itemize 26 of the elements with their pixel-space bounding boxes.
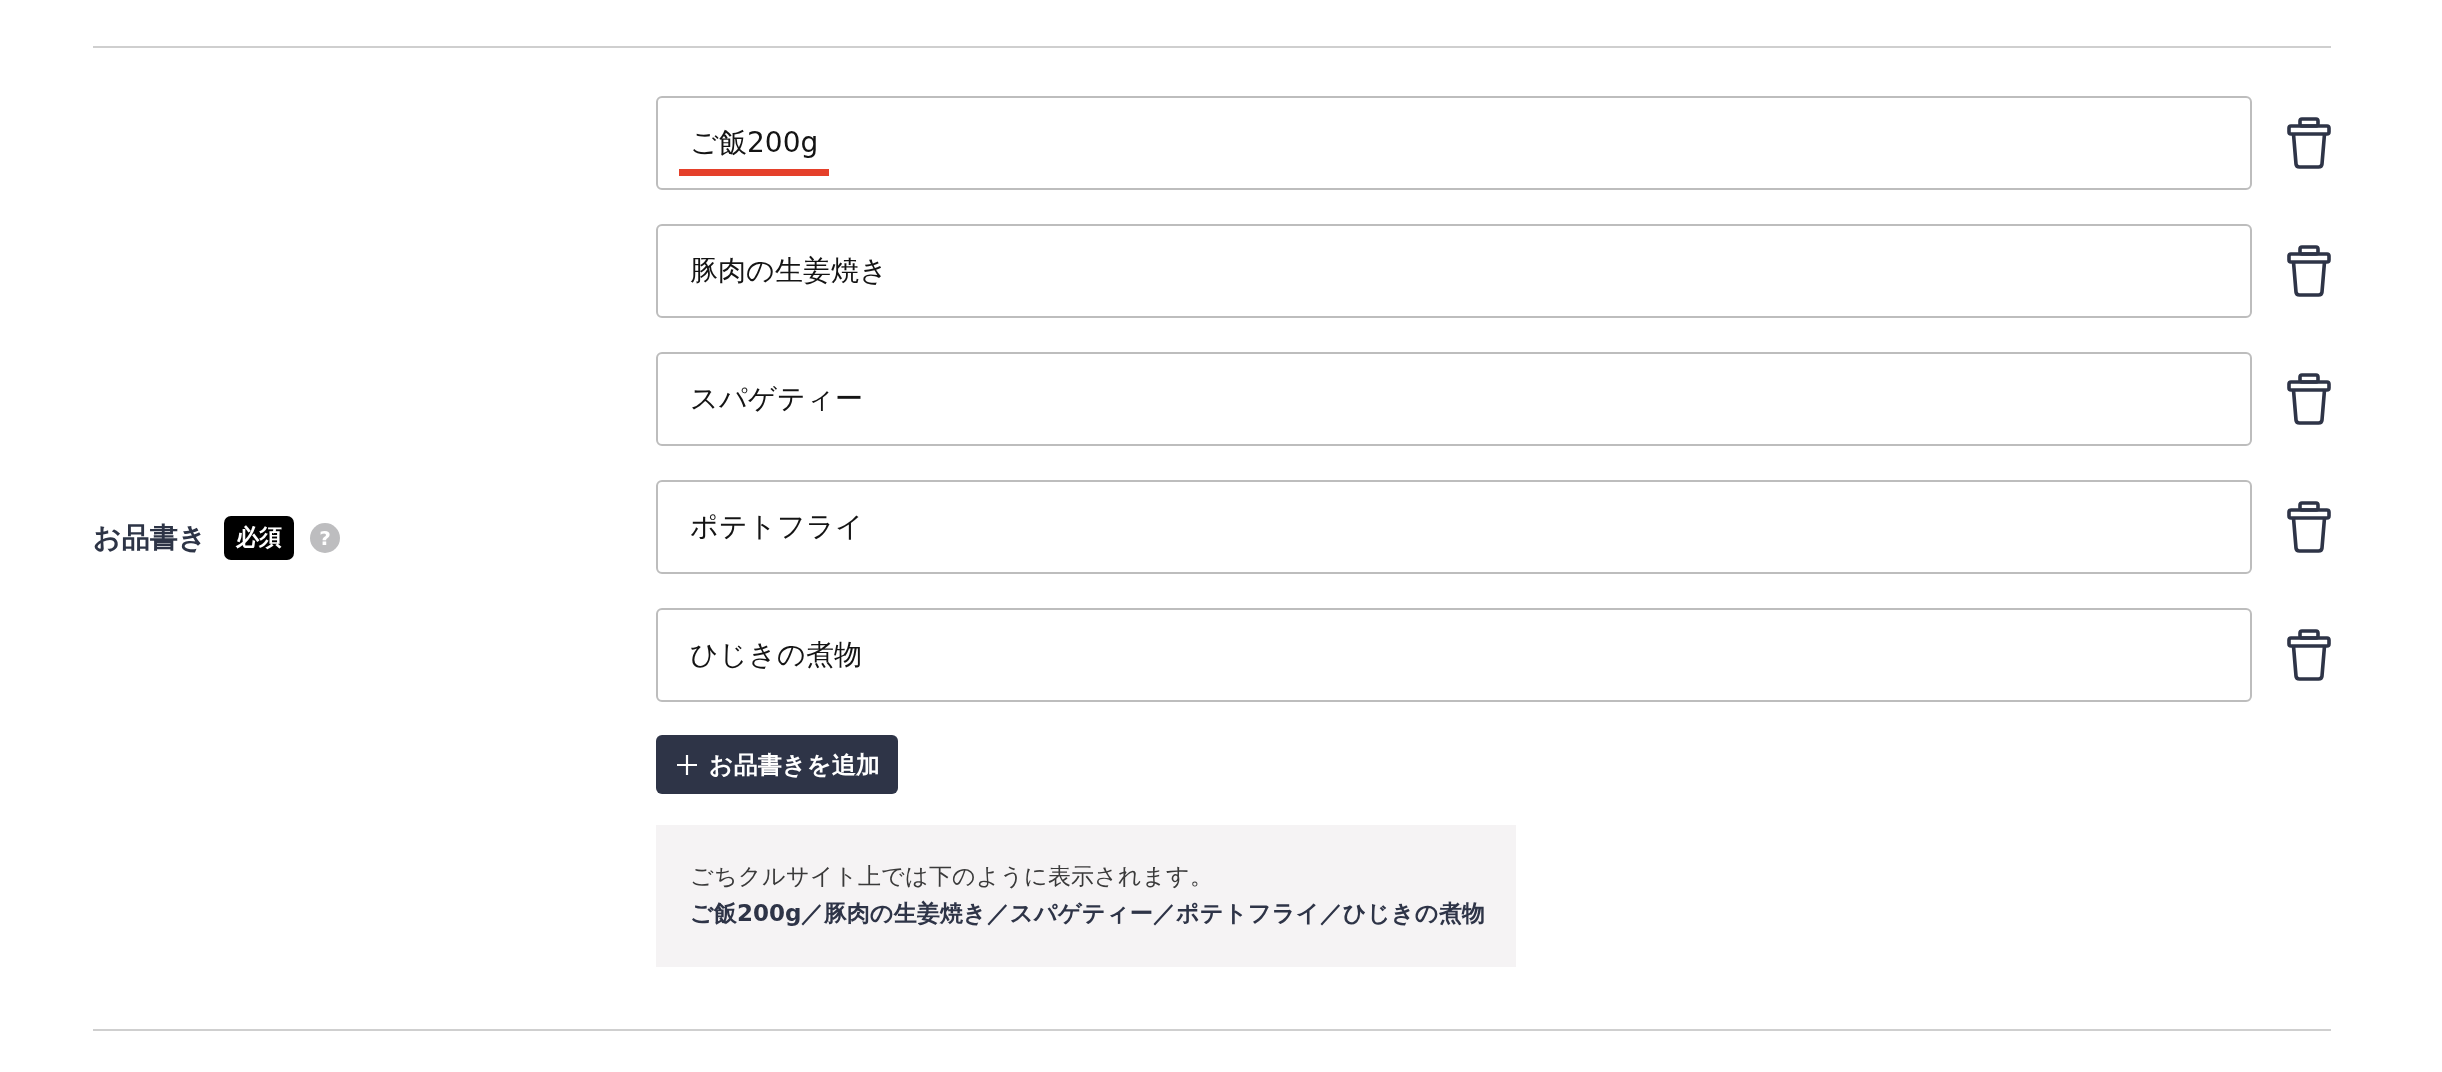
field-value: 豚肉の生姜焼き: [690, 254, 888, 287]
field-value: スパゲティー: [690, 382, 863, 415]
plus-icon: [677, 754, 697, 775]
delete-button[interactable]: [2287, 245, 2331, 297]
trash-icon: [2287, 245, 2331, 297]
delete-button[interactable]: [2287, 629, 2331, 681]
delete-button[interactable]: [2287, 501, 2331, 553]
field-label: お品書き: [93, 519, 207, 556]
field-value: ひじきの煮物: [690, 638, 862, 671]
add-menu-item-button[interactable]: お品書きを追加: [656, 735, 898, 794]
menu-item-field[interactable]: スパゲティー: [656, 352, 2252, 446]
trash-icon: [2287, 629, 2331, 681]
trash-icon: [2287, 501, 2331, 553]
delete-button[interactable]: [2287, 373, 2331, 425]
menu-item-field[interactable]: ご飯200g: [656, 96, 2252, 190]
menu-item-field[interactable]: ひじきの煮物: [656, 608, 2252, 702]
field-value: ポテトフライ: [690, 510, 864, 543]
preview-text: ご飯200g／豚肉の生姜焼き／スパゲティー／ポテトフライ／ひじきの煮物: [690, 899, 1486, 928]
required-badge: 必須: [224, 515, 294, 560]
menu-item-field[interactable]: ポテトフライ: [656, 480, 2252, 574]
trash-icon: [2287, 373, 2331, 425]
preview-note: ごちクルサイト上では下のように表示されます。: [690, 862, 1214, 891]
trash-icon: [2287, 117, 2331, 169]
field-value: ご飯200g: [690, 126, 819, 159]
menu-item-field[interactable]: 豚肉の生姜焼き: [656, 224, 2252, 318]
delete-button[interactable]: [2287, 117, 2331, 169]
